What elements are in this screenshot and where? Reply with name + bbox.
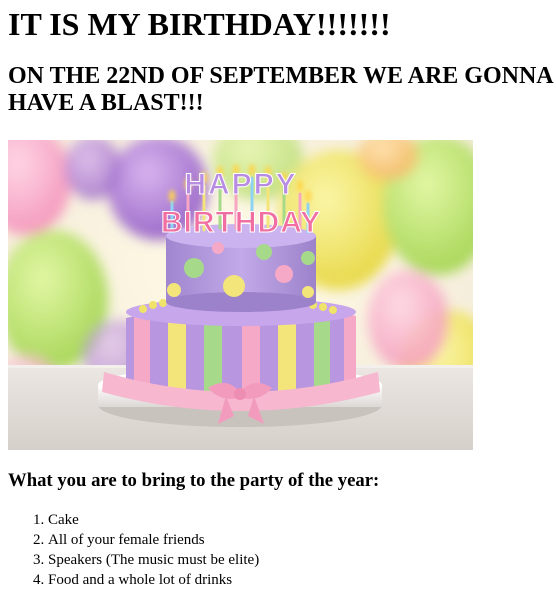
party-date-heading: ON THE 22ND OF SEPTEMBER WE ARE GONNA HA…: [8, 63, 553, 116]
cake-birthday-text: BIRTHDAY: [161, 206, 321, 239]
list-item: Cake: [48, 510, 548, 530]
bring-list: Cake All of your female friends Speakers…: [8, 510, 548, 590]
cake-happy-text: HAPPY: [184, 168, 297, 201]
list-item: All of your female friends: [48, 530, 548, 550]
page-title: IT IS MY BIRTHDAY!!!!!!!: [8, 6, 391, 42]
page-content: IT IS MY BIRTHDAY!!!!!!! ON THE 22ND OF …: [0, 0, 556, 590]
list-item: Food and a whole lot of drinks: [48, 570, 548, 590]
birthday-cake-image: HAPPY BIRTHDAY: [8, 140, 473, 450]
bring-list-heading: What you are to bring to the party of th…: [8, 470, 380, 491]
list-item: Speakers (The music must be elite): [48, 550, 548, 570]
